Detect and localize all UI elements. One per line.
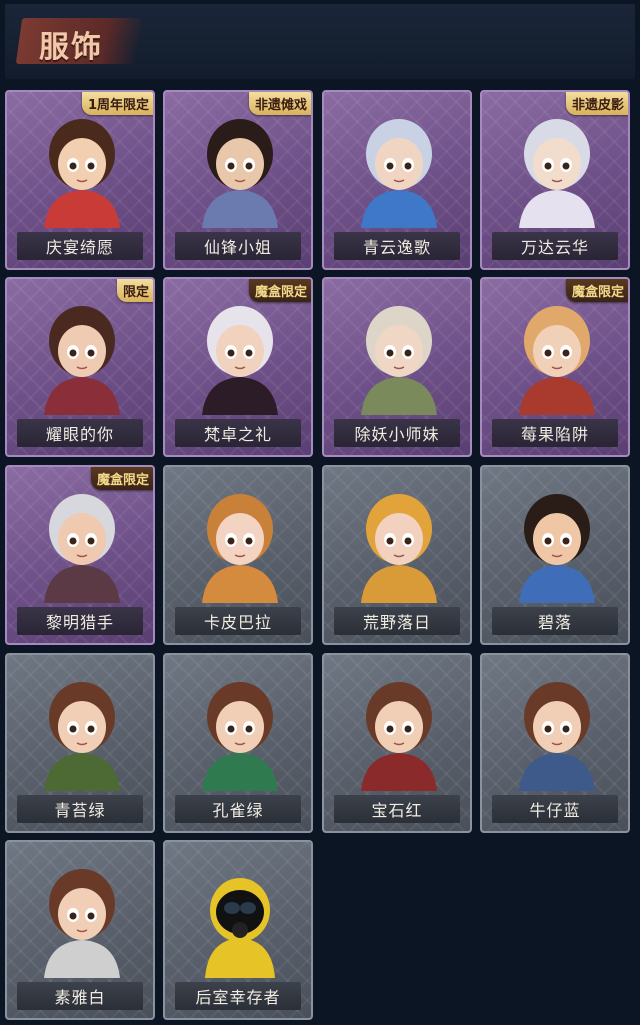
header-bar: 服饰: [5, 4, 635, 79]
limited-badge: 非遗皮影: [565, 92, 628, 115]
costume-name: 青苔绿: [54, 801, 106, 820]
name-plate: 素雅白: [17, 982, 143, 1010]
costume-card[interactable]: 非遗皮影万达云华: [480, 90, 630, 270]
name-plate: 孔雀绿: [175, 795, 301, 823]
costume-name: 庆宴绮愿: [45, 238, 114, 257]
character-portrait: [361, 306, 437, 415]
character-portrait: [44, 494, 120, 603]
name-plate: 黎明猎手: [17, 607, 143, 635]
costume-name: 仙锋小姐: [203, 238, 272, 257]
limited-badge: 1周年限定: [81, 92, 153, 115]
costume-name: 荒野落日: [362, 613, 431, 632]
name-plate: 碧落: [492, 607, 618, 635]
character-portrait: [44, 682, 120, 791]
limited-badge: 魔盒限定: [248, 279, 311, 302]
character-portrait: [361, 494, 437, 603]
costume-name: 莓果陷阱: [520, 425, 589, 444]
costume-card[interactable]: 宝石红: [322, 653, 472, 833]
costume-card[interactable]: 卡皮巴拉: [163, 465, 313, 645]
character-portrait: [519, 119, 595, 228]
character-portrait: [202, 119, 278, 228]
costume-card[interactable]: 青云逸歌: [322, 90, 472, 270]
costume-card[interactable]: 孔雀绿: [163, 653, 313, 833]
character-portrait: [44, 869, 120, 978]
costume-card[interactable]: 素雅白: [5, 840, 155, 1020]
costume-card[interactable]: 除妖小师妹: [322, 277, 472, 457]
character-portrait: [361, 682, 437, 791]
limited-badge: 魔盒限定: [565, 279, 628, 302]
name-plate: 除妖小师妹: [334, 419, 460, 447]
character-portrait: [44, 306, 120, 415]
name-plate: 荒野落日: [334, 607, 460, 635]
limited-badge: 魔盒限定: [90, 467, 153, 490]
character-portrait: [519, 494, 595, 603]
limited-badge: 限定: [116, 279, 153, 302]
character-portrait: [202, 682, 278, 791]
costume-name: 万达云华: [520, 238, 589, 257]
name-plate: 梵卓之礼: [175, 419, 301, 447]
character-portrait: [519, 682, 595, 791]
costume-name: 黎明猎手: [45, 613, 114, 632]
costume-card[interactable]: 魔盒限定莓果陷阱: [480, 277, 630, 457]
name-plate: 青云逸歌: [334, 232, 460, 260]
name-plate: 青苔绿: [17, 795, 143, 823]
costume-card[interactable]: 青苔绿: [5, 653, 155, 833]
name-plate: 后室幸存者: [175, 982, 301, 1010]
name-plate: 庆宴绮愿: [17, 232, 143, 260]
costume-name: 牛仔蓝: [529, 801, 581, 820]
page-title: 服饰: [39, 30, 103, 65]
character-portrait: [202, 494, 278, 603]
costume-card[interactable]: 后室幸存者: [163, 840, 313, 1020]
costume-card[interactable]: 限定耀眼的你: [5, 277, 155, 457]
costume-card[interactable]: 魔盒限定梵卓之礼: [163, 277, 313, 457]
costume-card[interactable]: 碧落: [480, 465, 630, 645]
costume-name: 青云逸歌: [362, 238, 431, 257]
costume-name: 耀眼的你: [45, 425, 114, 444]
costume-card[interactable]: 牛仔蓝: [480, 653, 630, 833]
limited-badge: 非遗傩戏: [248, 92, 311, 115]
costume-card[interactable]: 非遗傩戏仙锋小姐: [163, 90, 313, 270]
name-plate: 莓果陷阱: [492, 419, 618, 447]
character-portrait: [361, 119, 437, 228]
costume-card[interactable]: 荒野落日: [322, 465, 472, 645]
character-portrait: [205, 878, 275, 978]
character-portrait: [202, 306, 278, 415]
character-portrait: [519, 306, 595, 415]
name-plate: 耀眼的你: [17, 419, 143, 447]
costume-name: 卡皮巴拉: [203, 613, 272, 632]
costume-name: 碧落: [537, 613, 572, 632]
costume-name: 后室幸存者: [195, 988, 281, 1007]
costume-card[interactable]: 1周年限定庆宴绮愿: [5, 90, 155, 270]
name-plate: 仙锋小姐: [175, 232, 301, 260]
name-plate: 牛仔蓝: [492, 795, 618, 823]
costume-name: 宝石红: [371, 801, 423, 820]
costume-card[interactable]: 魔盒限定黎明猎手: [5, 465, 155, 645]
costume-name: 除妖小师妹: [354, 425, 440, 444]
costume-name: 素雅白: [54, 988, 106, 1007]
name-plate: 宝石红: [334, 795, 460, 823]
name-plate: 卡皮巴拉: [175, 607, 301, 635]
costume-name: 梵卓之礼: [203, 425, 272, 444]
character-portrait: [44, 119, 120, 228]
costume-name: 孔雀绿: [212, 801, 264, 820]
name-plate: 万达云华: [492, 232, 618, 260]
